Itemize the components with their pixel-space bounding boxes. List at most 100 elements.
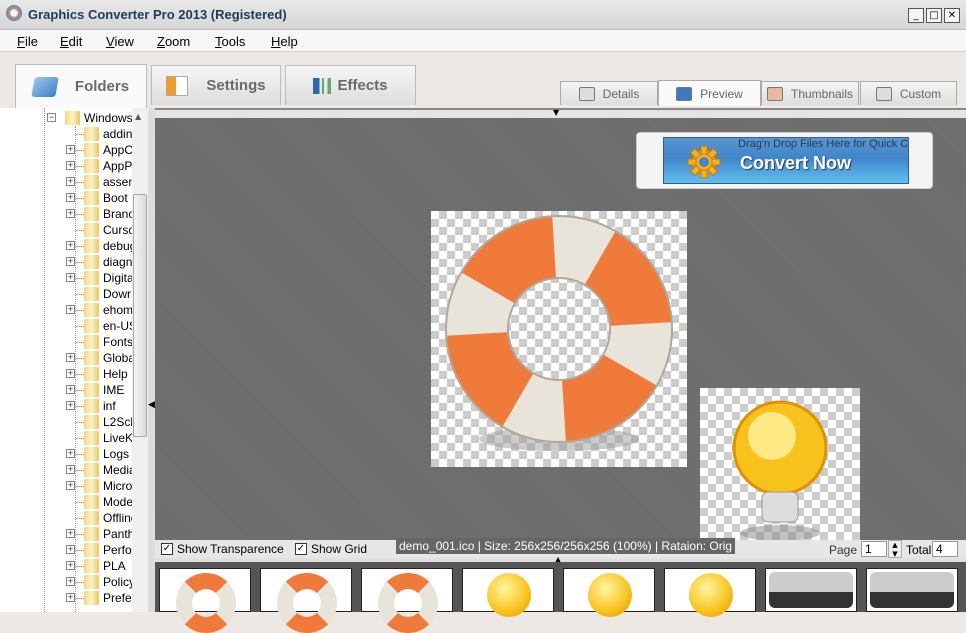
page-input[interactable]	[861, 541, 887, 557]
tab-preview[interactable]: Preview	[658, 80, 761, 106]
tree-item[interactable]: Dowr	[0, 286, 132, 302]
scroll-up-icon[interactable]: ▲	[135, 112, 141, 121]
tree-item[interactable]: LiveK	[0, 430, 132, 446]
tab-settings[interactable]: Settings	[151, 65, 281, 105]
tree-item[interactable]: Offline	[0, 510, 132, 526]
expand-icon[interactable]: +	[66, 385, 75, 394]
expand-icon[interactable]: +	[66, 145, 75, 154]
tree-item[interactable]: + Boot	[0, 190, 132, 206]
preview-top-splitter[interactable]: ▼	[155, 108, 966, 118]
tree-item[interactable]: + Help	[0, 366, 132, 382]
tree-item[interactable]: + AppP	[0, 158, 132, 174]
expand-icon[interactable]: +	[66, 449, 75, 458]
tree-item[interactable]: + Media	[0, 462, 132, 478]
lifebuoy-thumbnail	[277, 573, 337, 633]
tree-item[interactable]: L2Scl	[0, 414, 132, 430]
tree-item-windows[interactable]: − Windows	[0, 110, 132, 126]
tree-item[interactable]: + Micro	[0, 478, 132, 494]
tree-item-label: Help	[103, 367, 128, 381]
tree-item[interactable]: + Logs	[0, 446, 132, 462]
expand-icon[interactable]: +	[66, 577, 75, 586]
lightbulb-image	[732, 400, 828, 541]
tree-item[interactable]: + IME	[0, 382, 132, 398]
expand-icon[interactable]: +	[66, 369, 75, 378]
thumbnail-item[interactable]	[361, 568, 453, 633]
tree-item[interactable]: + Digita	[0, 270, 132, 286]
thumbnail-item[interactable]	[260, 568, 352, 633]
menu-tools[interactable]: Tools	[215, 34, 245, 49]
tree-item[interactable]: addin	[0, 126, 132, 142]
collapse-up-icon[interactable]: ▼	[553, 108, 559, 117]
maximize-button[interactable]: □	[926, 8, 942, 23]
tab-thumbnails[interactable]: Thumbnails	[761, 81, 859, 105]
tree-item-label: Logs	[103, 447, 130, 461]
tree-item[interactable]: + Policy	[0, 574, 132, 590]
tree-item[interactable]: Mode	[0, 494, 132, 510]
menu-edit[interactable]: Edit	[60, 34, 82, 49]
thumbnail-item[interactable]	[866, 568, 958, 612]
menu-zoom[interactable]: Zoom	[157, 34, 190, 49]
tree-item[interactable]: + Globa	[0, 350, 132, 366]
tab-folders[interactable]: Folders	[15, 64, 147, 108]
tree-item[interactable]: + ehom	[0, 302, 132, 318]
expand-icon[interactable]: +	[66, 465, 75, 474]
tree-item[interactable]: + Panth	[0, 526, 132, 542]
folder-tree[interactable]: − Windows addin + AppC + AppP + assen + Boot + Bra…	[0, 108, 148, 612]
tree-item[interactable]: + assen	[0, 174, 132, 190]
tree-connector	[76, 246, 84, 247]
folder-icon	[84, 367, 99, 381]
tree-item[interactable]: + debug	[0, 238, 132, 254]
page-stepper[interactable]: ▲ ▼	[888, 540, 902, 558]
expand-icon[interactable]: +	[66, 177, 75, 186]
thumbnail-item[interactable]	[664, 568, 756, 617]
expand-icon[interactable]: +	[66, 241, 75, 250]
thumbnail-item[interactable]	[765, 568, 857, 612]
expand-icon[interactable]: +	[66, 161, 75, 170]
close-button[interactable]: ✕	[944, 8, 960, 23]
expand-icon[interactable]: +	[66, 545, 75, 554]
menu-view[interactable]: View	[106, 34, 134, 49]
tree-item[interactable]: + Perfor	[0, 542, 132, 558]
tree-item[interactable]: + Prefel	[0, 590, 132, 606]
expand-icon[interactable]: +	[66, 209, 75, 218]
expand-icon[interactable]: +	[66, 529, 75, 538]
tree-item[interactable]: en-US	[0, 318, 132, 334]
minimize-button[interactable]: _	[908, 8, 924, 23]
panel-splitter[interactable]: ◀	[148, 108, 155, 612]
expand-icon[interactable]: +	[66, 401, 75, 410]
tree-scrollbar-thumb[interactable]	[133, 194, 147, 437]
tree-item[interactable]: Fonts	[0, 334, 132, 350]
thumbnail-item[interactable]	[563, 568, 655, 617]
tree-item[interactable]: + PLA	[0, 558, 132, 574]
menu-help[interactable]: Help	[271, 34, 298, 49]
folder-icon	[84, 511, 99, 525]
expand-icon[interactable]: +	[66, 481, 75, 490]
collapse-icon[interactable]: −	[47, 113, 56, 122]
tree-item[interactable]: + Branc	[0, 206, 132, 222]
folder-icon	[84, 335, 99, 349]
tab-effects[interactable]: Effects	[285, 65, 416, 105]
convert-now-button[interactable]: Drag'n Drop Files Here for Quick Convers…	[663, 137, 909, 184]
expand-icon[interactable]: +	[66, 273, 75, 282]
show-grid-checkbox[interactable]: ✓ Show Grid	[295, 542, 367, 556]
tree-item-label: PLA	[103, 559, 126, 573]
tab-custom[interactable]: Custom	[860, 81, 957, 105]
expand-icon[interactable]: +	[66, 193, 75, 202]
thumbnail-item[interactable]	[462, 568, 554, 617]
tree-item-label: IME	[103, 383, 125, 397]
tab-details[interactable]: Details	[560, 81, 658, 105]
tree-item[interactable]: + AppC	[0, 142, 132, 158]
thumbnail-item[interactable]	[159, 568, 251, 633]
expand-icon[interactable]: +	[66, 593, 75, 602]
menu-file[interactable]: File	[17, 34, 38, 49]
collapse-left-icon[interactable]: ◀	[148, 400, 155, 410]
bulb-thumbnail	[689, 573, 733, 617]
tree-item[interactable]: Curso	[0, 222, 132, 238]
expand-icon[interactable]: +	[66, 305, 75, 314]
expand-icon[interactable]: +	[66, 561, 75, 570]
show-transparence-checkbox[interactable]: ✓ Show Transparence	[161, 542, 284, 556]
tree-item[interactable]: + inf	[0, 398, 132, 414]
tree-item[interactable]: + diagn	[0, 254, 132, 270]
expand-icon[interactable]: +	[66, 353, 75, 362]
expand-icon[interactable]: +	[66, 257, 75, 266]
